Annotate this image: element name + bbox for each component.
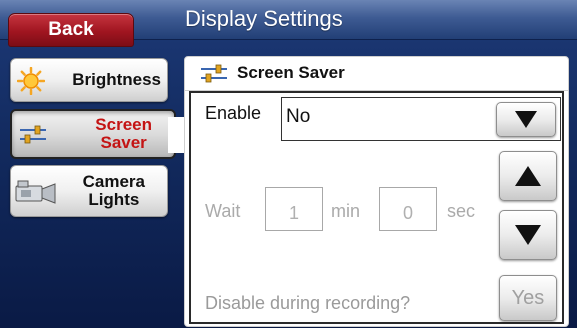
chevron-down-icon xyxy=(515,111,537,128)
enable-select[interactable]: No xyxy=(281,97,561,141)
nav-label-camera-lights: Camera Lights xyxy=(83,173,145,209)
nav-label-line: Lights xyxy=(88,190,140,209)
screen: Display Settings Back Brightness Screen … xyxy=(0,0,577,328)
nav-item-brightness[interactable]: Brightness xyxy=(10,58,168,102)
back-button[interactable]: Back xyxy=(8,13,134,47)
nav-item-camera-lights[interactable]: Camera Lights xyxy=(10,165,168,217)
disable-during-recording-toggle[interactable]: Yes xyxy=(499,275,557,321)
panel-title: Screen Saver xyxy=(237,63,345,82)
arrow-down-icon xyxy=(515,225,541,245)
settings-area: Enable No Wait 1 min 0 sec Disable durin… xyxy=(189,91,564,324)
seconds-unit: sec xyxy=(447,201,476,221)
wait-label: Wait xyxy=(205,201,241,221)
enable-value: No xyxy=(286,106,311,127)
nav-item-screen-saver[interactable]: Screen Saver xyxy=(10,109,176,159)
page-title: Display Settings xyxy=(185,6,343,31)
minutes-unit: min xyxy=(331,201,361,221)
disable-during-recording-value: Yes xyxy=(511,286,545,309)
nav-label-line: Saver xyxy=(100,133,147,152)
screen-saver-panel: Screen Saver Enable No Wait 1 min 0 sec … xyxy=(184,56,569,327)
seconds-field[interactable]: 0 xyxy=(379,187,437,231)
increment-button[interactable] xyxy=(499,151,557,201)
sliders-icon xyxy=(201,64,227,83)
sliders-icon xyxy=(20,125,46,144)
panel-header: Screen Saver xyxy=(185,57,568,91)
nav-label-screen-saver: Screen Saver xyxy=(95,116,152,152)
nav-label-brightness: Brightness xyxy=(72,70,161,89)
decrement-button[interactable] xyxy=(499,210,557,260)
enable-label: Enable xyxy=(205,103,262,123)
disable-during-recording-label: Disable during recording? xyxy=(205,293,411,313)
sun-icon xyxy=(17,67,45,95)
arrow-up-icon xyxy=(515,166,541,186)
nav-label-line: Camera xyxy=(82,172,145,191)
enable-dropdown-button[interactable] xyxy=(496,102,556,137)
minutes-field[interactable]: 1 xyxy=(265,187,323,231)
nav-label-line: Screen xyxy=(95,115,152,134)
camera-icon xyxy=(15,180,56,204)
